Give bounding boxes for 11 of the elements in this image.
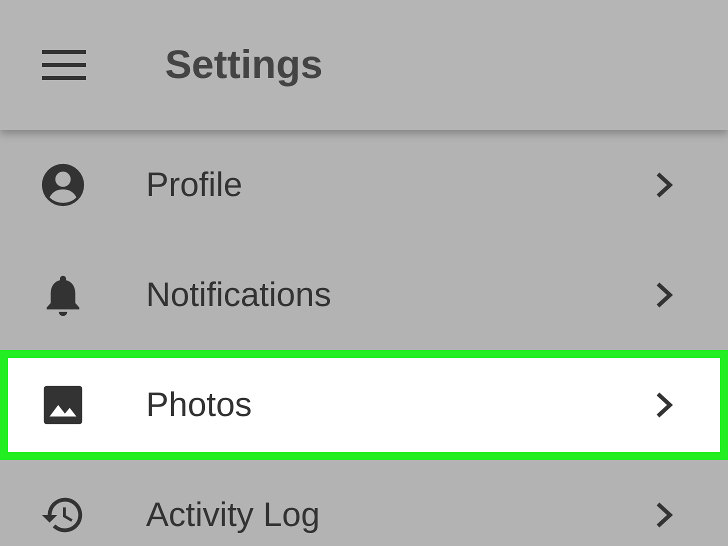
menu-icon[interactable] [42, 50, 86, 80]
app-bar-title: Settings [165, 42, 323, 88]
profile-icon [40, 162, 86, 208]
settings-item[interactable]: Profile [0, 130, 728, 240]
settings-item[interactable]: Photos [0, 350, 728, 460]
settings-item[interactable]: Notifications [0, 240, 728, 350]
item-label: Notifications [146, 276, 332, 314]
item-label: Profile [146, 166, 244, 204]
item-label: Activity Log [146, 496, 321, 534]
settings-item[interactable]: Activity Log [0, 460, 728, 546]
item-label: Photos [146, 386, 253, 424]
